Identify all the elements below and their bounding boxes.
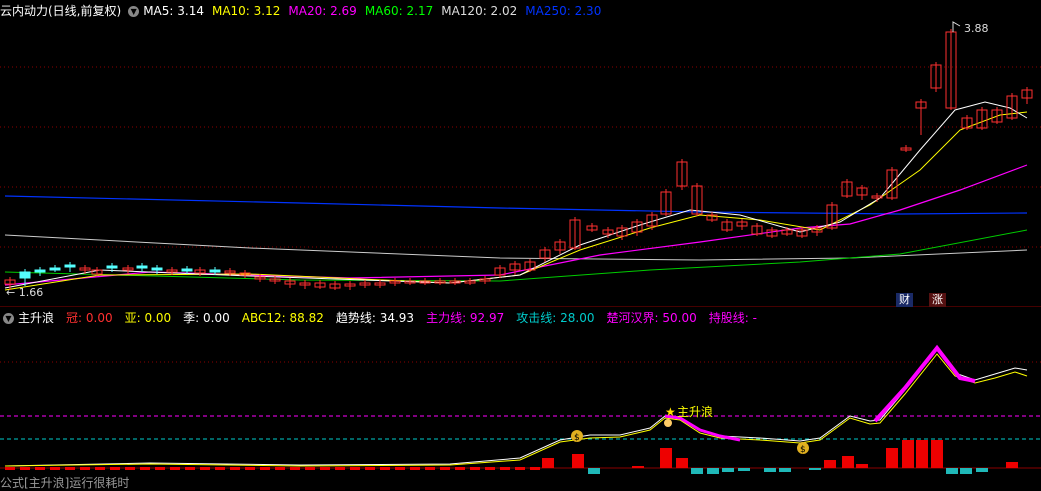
- indicator-tick: [320, 467, 330, 470]
- candle: [49, 267, 61, 271]
- high-price-label: 3.88: [964, 22, 989, 35]
- indicator-tick: [185, 467, 195, 470]
- money-bag-symbol: $: [800, 445, 806, 455]
- indicator-tick: [350, 467, 360, 470]
- indicator-bar: [902, 440, 914, 468]
- indicator-tick: [110, 467, 120, 470]
- candle: [106, 265, 118, 269]
- indicator-tick: [290, 467, 300, 470]
- indicator-bar: [588, 468, 600, 474]
- indicator-tick: [35, 467, 45, 470]
- indicator-tick: [50, 467, 60, 470]
- ma60-line: [4, 229, 1028, 282]
- low-price-label: ← 1.66: [6, 286, 43, 299]
- indicator-tick: [455, 467, 465, 470]
- badge-cai[interactable]: 财: [896, 293, 913, 307]
- indicator-bar: [707, 468, 719, 474]
- indicator-bar: [960, 468, 972, 474]
- ma5-line: [4, 101, 1028, 289]
- indicator-tick: [215, 467, 225, 470]
- indicator-tick: [380, 467, 390, 470]
- indicator-bar: [886, 448, 898, 468]
- indicator-tick: [335, 467, 345, 470]
- indicator-tick: [245, 467, 255, 470]
- indicator-tick: [65, 467, 75, 470]
- candle: [136, 265, 148, 269]
- ma20-line: [4, 164, 1028, 286]
- indicator-tick: [425, 467, 435, 470]
- indicator-bar: [824, 460, 836, 468]
- candle: [64, 264, 76, 268]
- indicator-bar: [946, 468, 958, 474]
- indicator-bar: [931, 440, 943, 468]
- indicator-tick: [95, 467, 105, 470]
- candle: [151, 267, 163, 271]
- indicator-tick: [20, 467, 30, 470]
- indicator-tick: [395, 467, 405, 470]
- annotation-label: 主升浪: [677, 404, 713, 419]
- indicator-bar: [1006, 462, 1018, 468]
- indicator-tick: [260, 467, 270, 470]
- indicator-bar: [764, 468, 776, 472]
- star-icon: ★: [665, 405, 676, 419]
- footer-status: 公式[主升浪]运行很耗时: [0, 476, 130, 490]
- indicator-bar: [809, 468, 821, 470]
- ma250-line: [4, 195, 1028, 215]
- price-chart[interactable]: 3.88 ← 1.66: [0, 0, 1041, 307]
- indicator-bar: [842, 456, 854, 468]
- candle: [209, 269, 221, 273]
- indicator-bar: [542, 458, 554, 468]
- indicator-bar: [572, 454, 584, 468]
- ma10-line: [4, 111, 1028, 291]
- indicator-tick: [80, 467, 90, 470]
- indicator-bar: [722, 468, 734, 472]
- indicator-bar: [632, 466, 644, 468]
- candle: [34, 269, 46, 273]
- money-bag-symbol: $: [574, 433, 580, 443]
- indicator-tick: [200, 467, 210, 470]
- main-force-line: [873, 344, 976, 423]
- badge-zhang[interactable]: 涨: [929, 293, 946, 307]
- indicator-tick: [170, 467, 180, 470]
- indicator-tick: [515, 467, 525, 470]
- indicator-bar: [856, 464, 868, 468]
- indicator-bar: [916, 440, 928, 468]
- indicator-tick: [440, 467, 450, 470]
- indicator-tick: [365, 467, 375, 470]
- hand-icon: [664, 419, 672, 427]
- indicator-tick: [125, 467, 135, 470]
- indicator-tick: [230, 467, 240, 470]
- high-marker: [952, 21, 961, 32]
- trend-line: [4, 349, 1028, 467]
- indicator-chart[interactable]: $ $ ★ 主升浪: [0, 308, 1041, 474]
- indicator-bar: [660, 448, 672, 468]
- indicator-tick: [5, 467, 15, 470]
- indicator-tick: [410, 467, 420, 470]
- indicator-bar: [976, 468, 988, 472]
- candle: [19, 271, 31, 279]
- abc12-line: [4, 353, 1028, 467]
- indicator-tick: [305, 467, 315, 470]
- indicator-bar: [779, 468, 791, 472]
- indicator-tick: [275, 467, 285, 470]
- indicator-tick: [140, 467, 150, 470]
- indicator-bar: [676, 458, 688, 468]
- indicator-bar: [691, 468, 703, 474]
- candle: [181, 268, 193, 272]
- indicator-tick: [470, 467, 480, 470]
- indicator-tick: [485, 467, 495, 470]
- indicator-bar: [738, 468, 750, 471]
- indicator-tick: [155, 467, 165, 470]
- indicator-tick: [500, 467, 510, 470]
- indicator-tick: [530, 467, 540, 470]
